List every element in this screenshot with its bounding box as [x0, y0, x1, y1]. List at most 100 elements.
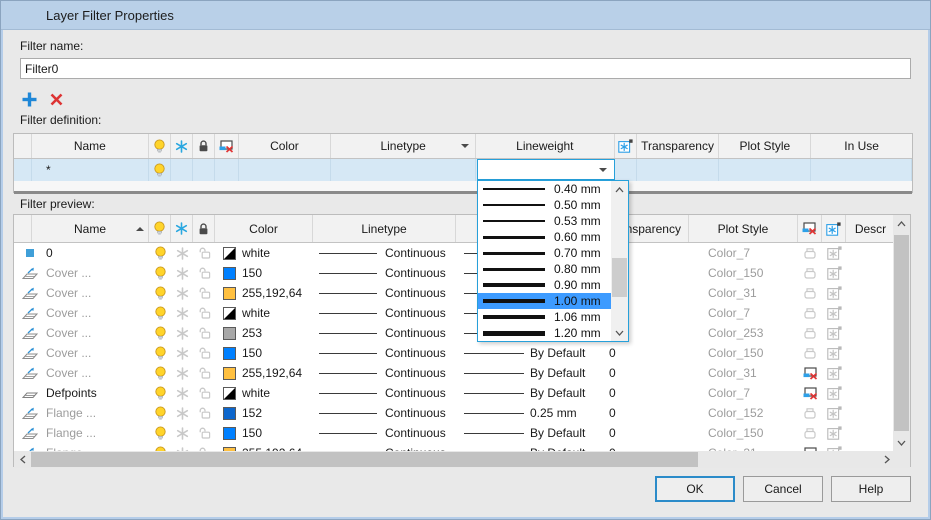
- layer-lineweight-cell[interactable]: By Default: [456, 383, 601, 403]
- column-header-description[interactable]: Descr: [846, 215, 895, 242]
- horizontal-scroll-thumb[interactable]: [31, 452, 698, 467]
- layer-linetype-cell[interactable]: Continuous: [313, 443, 456, 451]
- layer-transparency-cell[interactable]: 0: [601, 403, 689, 423]
- layer-plot-style-cell[interactable]: Color_150: [689, 263, 798, 283]
- layer-freeze-cell[interactable]: [171, 243, 193, 263]
- layer-row[interactable]: Cover ... 150ContinuousBy Default0Color_…: [14, 263, 895, 283]
- layer-on-cell[interactable]: [149, 363, 171, 383]
- layer-lineweight-cell[interactable]: By Default: [456, 423, 601, 443]
- layer-new-vp-freeze-cell[interactable]: [798, 243, 822, 263]
- layer-vp-freeze-cell[interactable]: [822, 283, 846, 303]
- layer-new-vp-freeze-cell[interactable]: [798, 443, 822, 451]
- layer-transparency-cell[interactable]: 0: [601, 383, 689, 403]
- layer-freeze-cell[interactable]: [171, 343, 193, 363]
- layer-new-vp-freeze-cell[interactable]: [798, 403, 822, 423]
- preview-horizontal-scrollbar[interactable]: [14, 451, 895, 468]
- color-swatch[interactable]: [223, 287, 236, 300]
- add-filter-button[interactable]: [19, 89, 39, 109]
- layer-lock-cell[interactable]: [193, 303, 215, 323]
- layer-lineweight-cell[interactable]: By Default: [456, 343, 601, 363]
- layer-color-cell[interactable]: 152: [215, 403, 313, 423]
- filter-name-input[interactable]: [20, 58, 911, 79]
- lineweight-option[interactable]: 1.00 mm: [478, 293, 611, 309]
- lineweight-option[interactable]: 0.50 mm: [478, 197, 611, 213]
- color-swatch[interactable]: [223, 367, 236, 380]
- layer-color-cell[interactable]: 255,192,64: [215, 363, 313, 383]
- layer-name-cell[interactable]: Defpoints: [46, 383, 149, 403]
- column-header-plot-style[interactable]: Plot Style: [689, 215, 798, 242]
- layer-plot-style-cell[interactable]: Color_7: [689, 303, 798, 323]
- layer-row[interactable]: Flange ... 152Continuous0.25 mm0Color_15…: [14, 403, 895, 423]
- title-bar[interactable]: Layer Filter Properties: [1, 1, 930, 30]
- definition-plot-style-cell[interactable]: [719, 159, 811, 181]
- layer-new-vp-freeze-cell[interactable]: [798, 323, 822, 343]
- layer-vp-freeze-cell[interactable]: [822, 323, 846, 343]
- layer-lineweight-cell[interactable]: 0.25 mm: [456, 403, 601, 423]
- layer-freeze-cell[interactable]: [171, 263, 193, 283]
- column-header-name[interactable]: Name: [32, 215, 149, 242]
- layer-name-cell[interactable]: Flange ...: [46, 403, 149, 423]
- layer-row[interactable]: Flange ... 255,192,64ContinuousBy Defaul…: [14, 443, 895, 451]
- scroll-down-button[interactable]: [893, 434, 910, 451]
- layer-plot-style-cell[interactable]: Color_31: [689, 443, 798, 451]
- layer-on-cell[interactable]: [149, 303, 171, 323]
- column-header-freeze[interactable]: [171, 134, 193, 158]
- layer-vp-freeze-cell[interactable]: [822, 383, 846, 403]
- layer-transparency-cell[interactable]: 0: [601, 423, 689, 443]
- column-header-on[interactable]: [149, 134, 171, 158]
- layer-color-cell[interactable]: white: [215, 303, 313, 323]
- definition-color-cell[interactable]: [239, 159, 332, 181]
- layer-linetype-cell[interactable]: Continuous: [313, 423, 456, 443]
- column-header-on[interactable]: [149, 215, 171, 242]
- layer-lock-cell[interactable]: [193, 383, 215, 403]
- layer-linetype-cell[interactable]: Continuous: [313, 383, 456, 403]
- column-header-new-vp-freeze[interactable]: [215, 134, 239, 158]
- column-header-vp-freeze[interactable]: [615, 134, 637, 158]
- cancel-button[interactable]: Cancel: [743, 476, 823, 502]
- layer-linetype-cell[interactable]: Continuous: [313, 283, 456, 303]
- layer-new-vp-freeze-cell[interactable]: [798, 283, 822, 303]
- definition-lock-cell[interactable]: [193, 159, 215, 181]
- layer-plot-style-cell[interactable]: Color_31: [689, 363, 798, 383]
- color-swatch[interactable]: [223, 307, 236, 320]
- layer-name-cell[interactable]: Cover ...: [46, 303, 149, 323]
- layer-name-cell[interactable]: Flange ...: [46, 423, 149, 443]
- layer-name-cell[interactable]: Cover ...: [46, 363, 149, 383]
- definition-on-cell[interactable]: [149, 159, 171, 181]
- lineweight-option[interactable]: 1.06 mm: [478, 309, 611, 325]
- definition-freeze-cell[interactable]: [171, 159, 193, 181]
- layer-row[interactable]: Cover ... 253ContinuousBy Default0Color_…: [14, 323, 895, 343]
- vertical-scroll-thumb[interactable]: [894, 235, 909, 431]
- column-header-color[interactable]: Color: [215, 215, 313, 242]
- lineweight-option[interactable]: 0.60 mm: [478, 229, 611, 245]
- scroll-down-button[interactable]: [611, 324, 628, 341]
- layer-lock-cell[interactable]: [193, 323, 215, 343]
- layer-freeze-cell[interactable]: [171, 423, 193, 443]
- column-header-lock[interactable]: [193, 134, 215, 158]
- layer-freeze-cell[interactable]: [171, 363, 193, 383]
- layer-on-cell[interactable]: [149, 283, 171, 303]
- layer-vp-freeze-cell[interactable]: [822, 443, 846, 451]
- layer-lock-cell[interactable]: [193, 363, 215, 383]
- layer-on-cell[interactable]: [149, 403, 171, 423]
- lineweight-option[interactable]: 0.40 mm: [478, 181, 611, 197]
- layer-lineweight-cell[interactable]: By Default: [456, 443, 601, 451]
- layer-on-cell[interactable]: [149, 323, 171, 343]
- column-header-linetype[interactable]: Linetype: [313, 215, 456, 242]
- color-swatch[interactable]: [223, 267, 236, 280]
- definition-new-vp-freeze-cell[interactable]: [215, 159, 239, 181]
- layer-new-vp-freeze-cell[interactable]: [798, 383, 822, 403]
- column-header-color[interactable]: Color: [239, 134, 332, 158]
- layer-name-cell[interactable]: Cover ...: [46, 343, 149, 363]
- layer-vp-freeze-cell[interactable]: [822, 403, 846, 423]
- layer-plot-style-cell[interactable]: Color_7: [689, 243, 798, 263]
- column-header-lock[interactable]: [193, 215, 215, 242]
- layer-row[interactable]: Cover ... 150ContinuousBy Default0Color_…: [14, 343, 895, 363]
- layer-new-vp-freeze-cell[interactable]: [798, 343, 822, 363]
- lineweight-option[interactable]: 0.53 mm: [478, 213, 611, 229]
- layer-name-cell[interactable]: 0: [46, 243, 149, 263]
- layer-on-cell[interactable]: [149, 343, 171, 363]
- delete-filter-button[interactable]: [46, 89, 66, 109]
- layer-linetype-cell[interactable]: Continuous: [313, 343, 456, 363]
- lineweight-option[interactable]: 0.70 mm: [478, 245, 611, 261]
